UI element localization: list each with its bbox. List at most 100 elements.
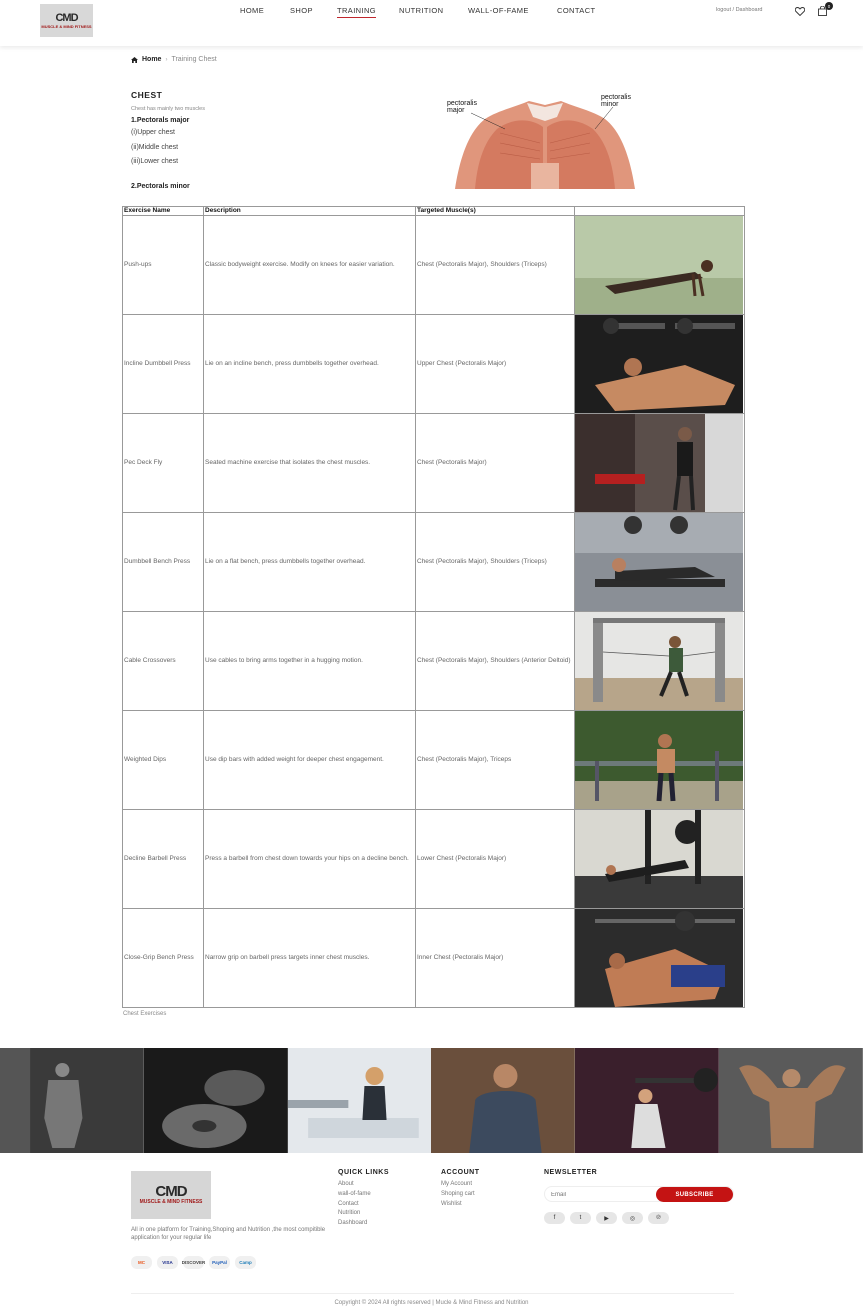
- exercise-photo: [574, 908, 745, 1008]
- gallery-image: [719, 1048, 863, 1153]
- cart-count-badge: 0: [825, 2, 833, 10]
- social-links: f t ▶ ◎ ℗: [544, 1212, 669, 1224]
- exercise-muscles: Lower Chest (Pectoralis Major): [415, 809, 575, 909]
- exercise-photo: [574, 314, 745, 414]
- label-pectoralis-minor-line2: minor: [601, 101, 619, 108]
- exercise-photo: [574, 413, 745, 513]
- table-row: Cable Crossovers Use cables to bring arm…: [122, 611, 745, 711]
- breadcrumb-home[interactable]: Home: [142, 56, 161, 63]
- muscle-2-heading: 2.Pectorals minor: [131, 182, 190, 190]
- logo-tagline: MUSCLE & MIND FITNESS: [41, 23, 92, 29]
- table-row: Dumbbell Bench Press Lie on a flat bench…: [122, 512, 745, 612]
- exercise-muscles: Chest (Pectoralis Major), Shoulders (Ant…: [415, 611, 575, 711]
- muscle-part: (iii)Lower chest: [131, 158, 179, 165]
- exercise-name: Pec Deck Fly: [122, 413, 204, 513]
- muscle-part: (i)Upper chest: [131, 129, 175, 136]
- discover-icon: DISCOVER: [182, 1256, 205, 1269]
- gallery-strip: [0, 1048, 863, 1153]
- header-targeted-muscles: Targeted Muscle(s): [415, 206, 575, 216]
- twitter-icon[interactable]: t: [570, 1212, 591, 1224]
- footer-link-wishlist[interactable]: Wishlist: [441, 1200, 480, 1210]
- gallery-image: [575, 1048, 720, 1153]
- exercise-photo: [574, 809, 745, 909]
- footer-divider: [131, 1293, 734, 1294]
- copyright: Copyright © 2024 All rights reserved | M…: [334, 1300, 529, 1306]
- exercise-description: Classic bodyweight exercise. Modify on k…: [203, 215, 416, 315]
- footer-logo-mark: CMD: [155, 1183, 187, 1200]
- pinterest-icon[interactable]: ℗: [648, 1212, 669, 1224]
- exercise-photo: [574, 611, 745, 711]
- newsletter-email-input[interactable]: [551, 1189, 651, 1200]
- footer-link-nutrition[interactable]: Nutrition: [338, 1209, 389, 1219]
- exercise-muscles: Chest (Pectoralis Major), Shoulders (Tri…: [415, 512, 575, 612]
- nav-contact[interactable]: CONTACT: [557, 6, 596, 16]
- chest-intro: CHEST Chest has mainly two muscles 1.Pec…: [131, 90, 431, 190]
- table-row: Close-Grip Bench Press Narrow grip on ba…: [122, 908, 745, 1008]
- table-row: Incline Dumbbell Press Lie on an incline…: [122, 314, 745, 414]
- heart-icon[interactable]: [794, 5, 806, 17]
- nav-training[interactable]: TRAINING: [337, 6, 377, 18]
- nav-wall-of-fame[interactable]: WALL-OF-FAME: [468, 6, 529, 16]
- exercise-name: Push-ups: [122, 215, 204, 315]
- site-header: CMD MUSCLE & MIND FITNESS HOME SHOP TRAI…: [0, 0, 863, 46]
- footer-link-wall-of-fame[interactable]: wall-of-fame: [338, 1190, 389, 1200]
- exercise-name: Dumbbell Bench Press: [122, 512, 204, 612]
- muscle-1-heading: 1.Pectorals major: [131, 117, 190, 124]
- label-pectoralis-major-line2: major: [447, 107, 465, 114]
- page-title: CHEST: [131, 90, 163, 100]
- quick-links-column: QUICK LINKS About wall-of-fame Contact N…: [338, 1169, 389, 1229]
- table-row: Decline Barbell Press Press a barbell fr…: [122, 809, 745, 909]
- muscle-part: (ii)Middle chest: [131, 143, 179, 151]
- chest-anatomy-diagram: pectoralis major pectoralis minor: [447, 94, 635, 189]
- nav-home[interactable]: HOME: [240, 6, 264, 16]
- footer-link-dashboard[interactable]: Dashboard: [338, 1219, 389, 1229]
- breadcrumb-current: Training Chest: [171, 56, 217, 63]
- payment-methods: MC VISA DISCOVER PayPal Camp: [131, 1256, 256, 1269]
- table-row: Pec Deck Fly Seated machine exercise tha…: [122, 413, 745, 513]
- exercise-name: Weighted Dips: [122, 710, 204, 810]
- footer-description: All in one platform for Training,Shoping…: [131, 1227, 326, 1241]
- exercise-photo: [574, 215, 745, 315]
- header-description: Description: [203, 206, 416, 216]
- breadcrumb-separator-icon: ›: [165, 56, 168, 63]
- exercise-name: Incline Dumbbell Press: [122, 314, 204, 414]
- account-column: ACCOUNT My Account Shoping cart Wishlist: [441, 1169, 480, 1209]
- quick-links-title: QUICK LINKS: [338, 1169, 389, 1176]
- header-photo: [574, 206, 745, 216]
- youtube-icon[interactable]: ▶: [596, 1212, 617, 1224]
- home-icon: [131, 56, 138, 63]
- table-caption: Chest Exercises: [123, 1011, 167, 1017]
- exercise-description: Narrow grip on barbell press targets inn…: [203, 908, 416, 1008]
- footer-link-about[interactable]: About: [338, 1180, 389, 1190]
- exercise-name: Close-Grip Bench Press: [122, 908, 204, 1008]
- exercise-description: Seated machine exercise that isolates th…: [203, 413, 416, 513]
- footer-logo-tagline: MUSCLE & MIND FITNESS: [139, 1199, 203, 1205]
- label-pectoralis-major-line1: pectoralis: [447, 100, 477, 107]
- footer-link-shopping-cart[interactable]: Shoping cart: [441, 1190, 480, 1200]
- footer-link-contact[interactable]: Contact: [338, 1200, 389, 1210]
- nav-nutrition[interactable]: NUTRITION: [399, 6, 443, 16]
- facebook-icon[interactable]: f: [544, 1212, 565, 1224]
- nav-shop[interactable]: SHOP: [290, 6, 313, 16]
- table-header-row: Exercise Name Description Targeted Muscl…: [122, 206, 745, 216]
- exercise-table: Exercise Name Description Targeted Muscl…: [122, 206, 745, 1008]
- exercise-name: Decline Barbell Press: [122, 809, 204, 909]
- gallery-image: [431, 1048, 576, 1153]
- footer-logo[interactable]: CMD MUSCLE & MIND FITNESS: [131, 1171, 211, 1219]
- account-links[interactable]: logout / Dashboard: [716, 7, 762, 13]
- paypal-icon: PayPal: [209, 1256, 230, 1269]
- exercise-description: Lie on a flat bench, press dumbbells tog…: [203, 512, 416, 612]
- exercise-muscles: Chest (Pectoralis Major): [415, 413, 575, 513]
- instagram-icon[interactable]: ◎: [622, 1212, 643, 1224]
- gallery-image: [0, 1048, 144, 1153]
- intro-subtitle: Chest has mainly two muscles: [131, 106, 205, 112]
- exercise-muscles: Chest (Pectoralis Major), Shoulders (Tri…: [415, 215, 575, 315]
- exercise-description: Use cables to bring arms together in a h…: [203, 611, 416, 711]
- exercise-photo: [574, 710, 745, 810]
- subscribe-button[interactable]: SUBSCRIBE: [656, 1187, 733, 1202]
- gallery-image: [143, 1048, 288, 1153]
- table-row: Weighted Dips Use dip bars with added we…: [122, 710, 745, 810]
- table-row: Push-ups Classic bodyweight exercise. Mo…: [122, 215, 745, 315]
- footer-link-my-account[interactable]: My Account: [441, 1180, 480, 1190]
- exercise-name: Cable Crossovers: [122, 611, 204, 711]
